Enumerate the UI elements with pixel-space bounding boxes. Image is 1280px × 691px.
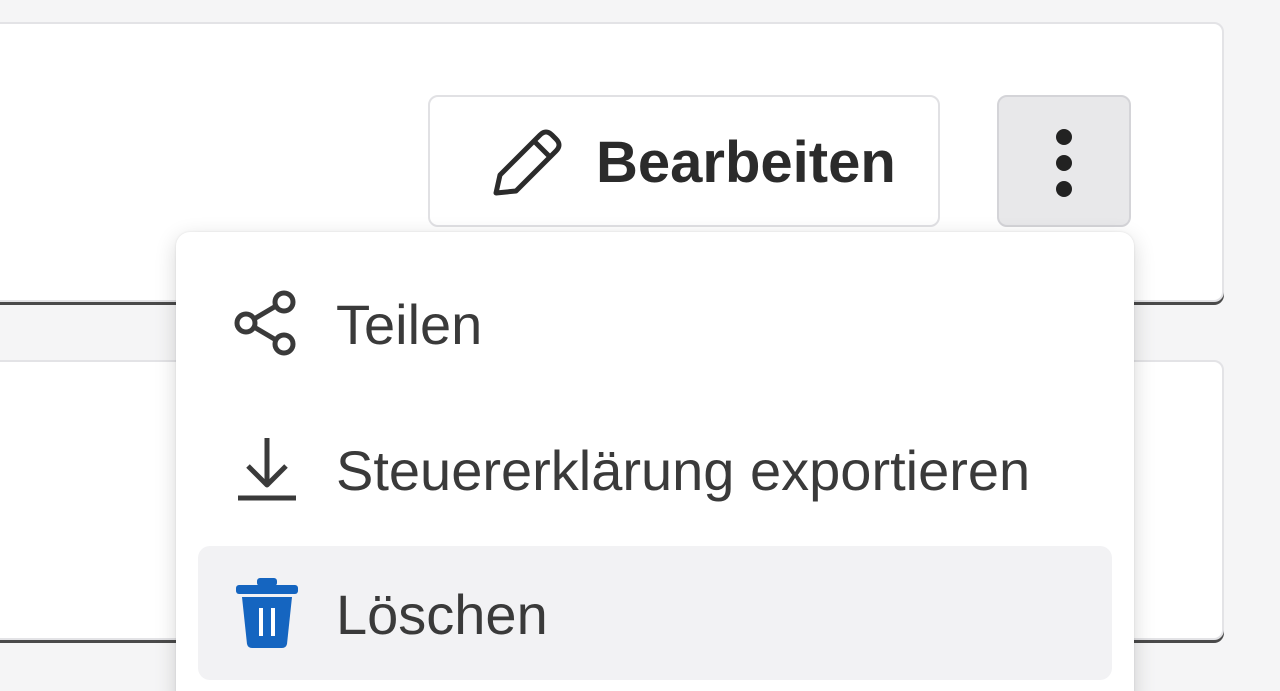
menu-item-label: Steuererklärung exportieren [336, 439, 1031, 502]
menu-item-label: Löschen [336, 583, 548, 646]
more-options-button[interactable] [997, 95, 1131, 227]
pencil-icon [486, 125, 566, 201]
edit-button[interactable]: Bearbeiten [428, 95, 940, 227]
actions-dropdown-menu: Teilen Steuererklärung exportieren Lösch… [176, 232, 1134, 691]
edit-button-label: Bearbeiten [596, 130, 896, 195]
download-icon [232, 434, 302, 504]
menu-item-delete[interactable]: Löschen [198, 546, 1112, 680]
screen: Bearbeiten Teilen Steuererklärung export… [0, 0, 1280, 691]
menu-item-export-tax-return[interactable]: Steuererklärung exportieren [198, 402, 1112, 536]
share-icon [232, 288, 302, 358]
trash-icon [232, 578, 302, 648]
menu-item-share[interactable]: Teilen [198, 256, 1112, 390]
menu-item-label: Teilen [336, 293, 483, 356]
